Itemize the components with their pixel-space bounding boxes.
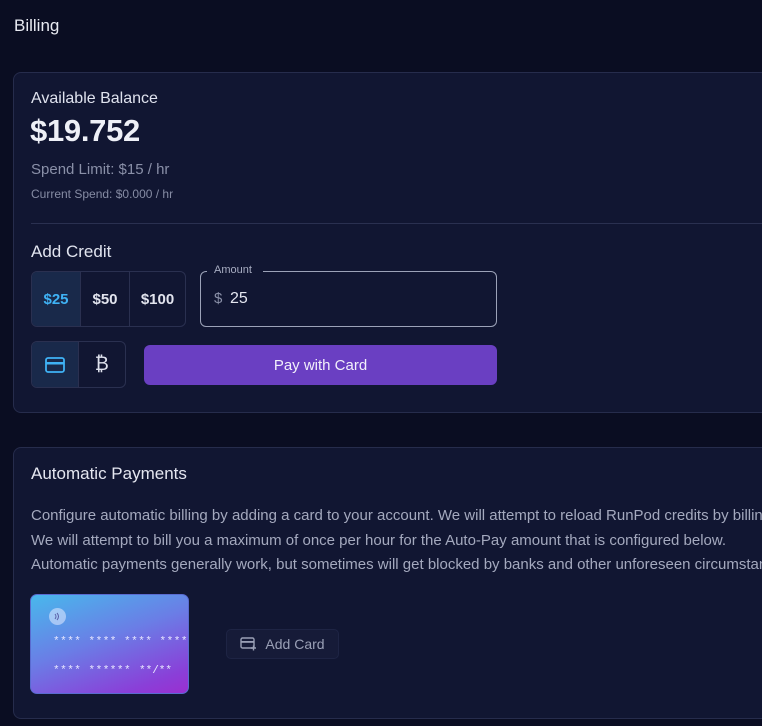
pay-with-card-button[interactable]: Pay with Card (144, 345, 497, 385)
automatic-payments-panel: Automatic Payments Configure automatic b… (13, 447, 762, 719)
automatic-payments-title: Automatic Payments (31, 464, 187, 483)
preset-25-button[interactable]: $25 (32, 272, 81, 326)
add-credit-title: Add Credit (31, 242, 112, 261)
preset-100-button[interactable]: $100 (130, 272, 185, 326)
add-card-label: Add Card (265, 636, 325, 652)
available-balance-label: Available Balance (31, 90, 158, 107)
amount-label: Amount (209, 264, 257, 276)
card-number-line: **** **** **** **** (53, 636, 188, 648)
contactless-icon (49, 608, 66, 625)
current-spend-text: Current Spend: $0.000 / hr (31, 187, 174, 201)
description-line: We will attempt to bill you a maximum of… (31, 531, 727, 549)
add-card-button[interactable]: Add Card (226, 629, 339, 659)
amount-field: Amount $ (200, 264, 497, 327)
card-method-button[interactable] (32, 342, 79, 387)
credit-preset-group: $25 $50 $100 (31, 271, 186, 327)
balance-amount: $19.752 (30, 113, 140, 148)
divider (31, 223, 762, 224)
saved-card-placeholder: **** **** **** **** **** ****** **/** (30, 594, 189, 694)
page-title: Billing (14, 16, 60, 35)
automatic-payments-description: Configure automatic billing by adding a … (31, 504, 762, 578)
add-card-icon (240, 637, 257, 651)
crypto-method-button[interactable]: ₿ (79, 342, 126, 387)
payment-method-group: ₿ (31, 341, 126, 388)
description-line: Configure automatic billing by adding a … (31, 507, 762, 524)
spend-limit-text: Spend Limit: $15 / hr (31, 161, 170, 178)
amount-input[interactable] (230, 285, 470, 313)
card-icon (44, 356, 65, 373)
bitcoin-icon: ₿ (94, 353, 109, 375)
card-number-line: **** ****** (53, 665, 132, 677)
card-expiry: **/** (139, 665, 173, 677)
currency-symbol: $ (214, 290, 223, 307)
preset-50-button[interactable]: $50 (81, 272, 130, 326)
description-line: Automatic payments generally work, but s… (31, 556, 762, 573)
balance-panel: Available Balance $19.752 Spend Limit: $… (13, 72, 762, 413)
